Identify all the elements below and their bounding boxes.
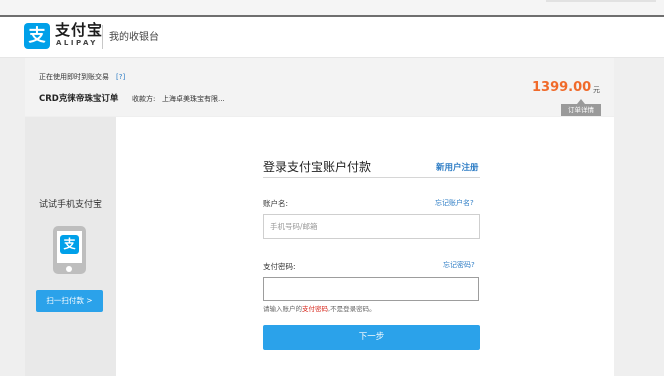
payment-panel: 试试手机支付宝 支 扫一扫付款 > 登录支付宝账户付款 新用户注册 账户名: 忘… — [25, 117, 614, 376]
browser-top-strip — [0, 0, 664, 15]
password-hint-before: 请输入账户的 — [263, 305, 302, 313]
order-amount: 1399.00 — [532, 80, 592, 95]
account-input[interactable] — [263, 214, 480, 239]
order-details-button[interactable]: 订单详情 — [561, 99, 601, 116]
scan-to-pay-button[interactable]: 扫一扫付款 > — [36, 290, 103, 312]
phone-alipay-icon: 支 — [53, 226, 86, 274]
account-label: 账户名: — [263, 199, 289, 208]
forgot-password-link[interactable]: 忘记密码? — [443, 261, 475, 270]
forgot-account-link[interactable]: 忘记账户名? — [435, 199, 474, 208]
password-input[interactable] — [263, 277, 479, 301]
cashier-title: 我的收银台 — [109, 32, 159, 43]
mobile-pay-label: 试试手机支付宝 — [38, 200, 102, 210]
register-link[interactable]: 新用户注册 — [436, 163, 479, 174]
brand-name: 支付宝 — [55, 21, 104, 39]
password-hint: 请输入账户的支付密码,不是登录密码。 — [263, 305, 376, 314]
phone-logo-glyph: 支 — [60, 235, 79, 254]
login-form: 登录支付宝账户付款 新用户注册 账户名: 忘记账户名? 支付密码: 忘记密码? … — [263, 117, 481, 376]
logo-glyph: 支 — [28, 26, 46, 46]
password-hint-emphasis: 支付密码 — [302, 305, 328, 313]
currency-unit: 元 — [593, 86, 600, 94]
password-hint-after: ,不是登录密码。 — [328, 305, 376, 313]
payee-name: 上海卓美珠宝有限... — [162, 95, 225, 103]
mobile-pay-sidebar: 试试手机支付宝 支 扫一扫付款 > — [25, 117, 116, 376]
password-label: 支付密码: — [263, 262, 296, 271]
header-divider — [102, 25, 103, 49]
order-title: CRD克徕帝珠宝订单 — [39, 94, 119, 104]
next-step-button[interactable]: 下一步 — [263, 325, 480, 350]
phone-screen: 支 — [57, 231, 82, 263]
alipay-logo-icon[interactable]: 支 — [24, 23, 50, 49]
order-summary: 正在使用即时到账交易 [?] CRD克徕帝珠宝订单 收款方: 上海卓美珠宝有限.… — [25, 58, 614, 116]
top-strip-button-edge — [546, 0, 656, 2]
phone-home-button-icon — [66, 266, 72, 272]
trade-type-help-link[interactable]: [?] — [116, 73, 125, 82]
payee-label: 收款方: — [132, 95, 156, 103]
login-heading: 登录支付宝账户付款 — [263, 160, 372, 174]
trade-type-text: 正在使用即时到账交易 — [39, 73, 109, 81]
brand-name-english: ALIPAY — [56, 39, 98, 47]
heading-divider — [263, 177, 480, 178]
site-header: 支 支付宝 ALIPAY 我的收银台 — [0, 17, 664, 58]
